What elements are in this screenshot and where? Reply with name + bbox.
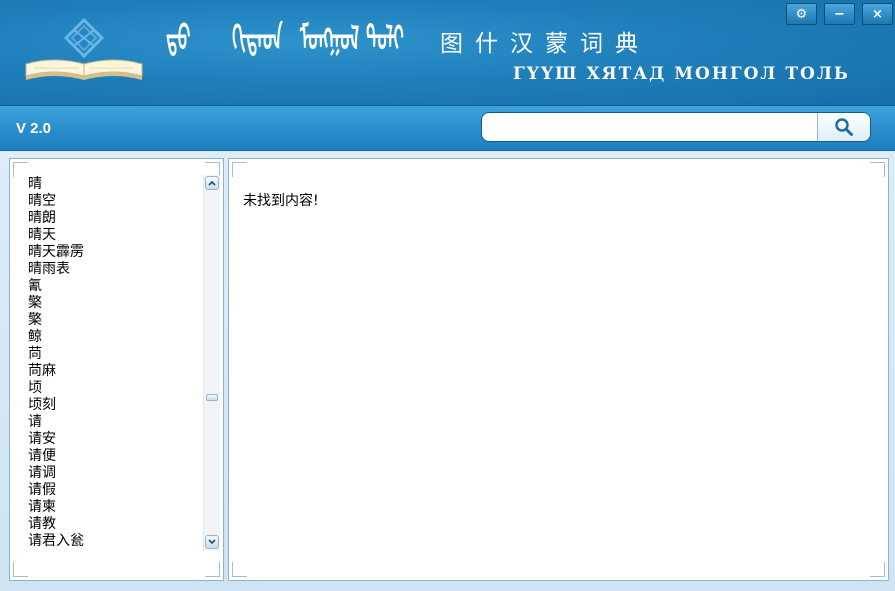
corner-ornament — [205, 562, 220, 577]
close-button[interactable]: × — [862, 3, 893, 25]
close-icon: × — [872, 6, 883, 22]
title-cyrillic: ГҮҮШ ХЯТАД МОНГОЛ ТОЛЬ — [513, 64, 850, 84]
mongolian-word-2: ᠬᠢᠲᠠᠳ — [232, 19, 284, 59]
definition-panel — [228, 158, 889, 581]
list-item[interactable]: 请便 — [28, 448, 198, 465]
corner-ornament — [870, 562, 885, 577]
header-banner: ᠳ᠋ᠥ ᠬᠢᠲᠠᠳ ᠮᠣᠩᠭᠣᠯ ᠲᠣᠯᠢ 图什汉蒙词典 ГҮҮШ ХЯТАД … — [0, 0, 895, 106]
gear-icon: ⚙ — [795, 6, 808, 22]
search-button[interactable] — [817, 113, 870, 141]
list-item[interactable]: 檠 — [28, 295, 198, 312]
mongolian-word-4: ᠲᠣᠯᠢ — [366, 19, 405, 59]
title-chinese: 图什汉蒙词典 — [440, 31, 650, 57]
list-item[interactable]: 檠 — [28, 312, 198, 329]
list-item[interactable]: 晴 — [28, 176, 198, 193]
chevron-down-icon — [208, 539, 216, 545]
corner-ornament — [870, 162, 885, 177]
corner-ornament — [232, 162, 247, 177]
app-window: ᠳ᠋ᠥ ᠬᠢᠲᠠᠳ ᠮᠣᠩᠭᠣᠯ ᠲᠣᠯᠢ 图什汉蒙词典 ГҮҮШ ХЯТАД … — [0, 0, 895, 591]
minimize-button[interactable]: − — [824, 3, 855, 25]
list-item[interactable]: 请安 — [28, 431, 198, 448]
version-label: V 2.0 — [16, 120, 52, 137]
list-item[interactable]: 晴朗 — [28, 210, 198, 227]
list-item[interactable]: 晴天 — [28, 227, 198, 244]
search-icon — [835, 118, 853, 136]
word-list-scrollbar[interactable] — [203, 175, 220, 551]
list-item[interactable]: 苘 — [28, 346, 198, 363]
list-item[interactable]: 请柬 — [28, 499, 198, 516]
result-message: 未找到内容! — [243, 193, 319, 209]
scroll-thumb[interactable] — [206, 394, 218, 401]
list-item[interactable]: 请教 — [28, 516, 198, 533]
minimize-icon: − — [834, 6, 845, 22]
list-item[interactable]: 请 — [28, 414, 198, 431]
mongolian-word-3: ᠮᠣᠩᠭᠣᠯ — [300, 19, 360, 59]
list-item[interactable]: 晴空 — [28, 193, 198, 210]
mongolian-word-1: ᠳ᠋ᠥ — [166, 19, 192, 59]
corner-ornament — [13, 162, 28, 177]
book-logo-icon — [25, 18, 143, 80]
settings-button[interactable]: ⚙ — [786, 3, 817, 25]
chevron-up-icon — [208, 180, 216, 186]
scroll-down-button[interactable] — [205, 535, 219, 549]
corner-ornament — [232, 562, 247, 577]
list-item[interactable]: 晴天霹雳 — [28, 244, 198, 261]
list-item[interactable]: 晴雨表 — [28, 261, 198, 278]
list-item[interactable]: 请君入瓮 — [28, 533, 198, 550]
word-list: 晴 晴空 晴朗 晴天 晴天霹雳 晴雨表 氰 檠 檠 鲸 苘 苘麻 顷 顷刻 请 … — [28, 176, 198, 550]
list-item[interactable]: 请假 — [28, 482, 198, 499]
list-item[interactable]: 鲸 — [28, 329, 198, 346]
search-box — [481, 112, 871, 142]
list-item[interactable]: 苘麻 — [28, 363, 198, 380]
scroll-up-button[interactable] — [205, 176, 219, 190]
corner-ornament — [13, 562, 28, 577]
list-item[interactable]: 顷刻 — [28, 397, 198, 414]
list-item[interactable]: 顷 — [28, 380, 198, 397]
list-item[interactable]: 氰 — [28, 278, 198, 295]
list-item[interactable]: 请调 — [28, 465, 198, 482]
search-input[interactable] — [488, 117, 817, 139]
